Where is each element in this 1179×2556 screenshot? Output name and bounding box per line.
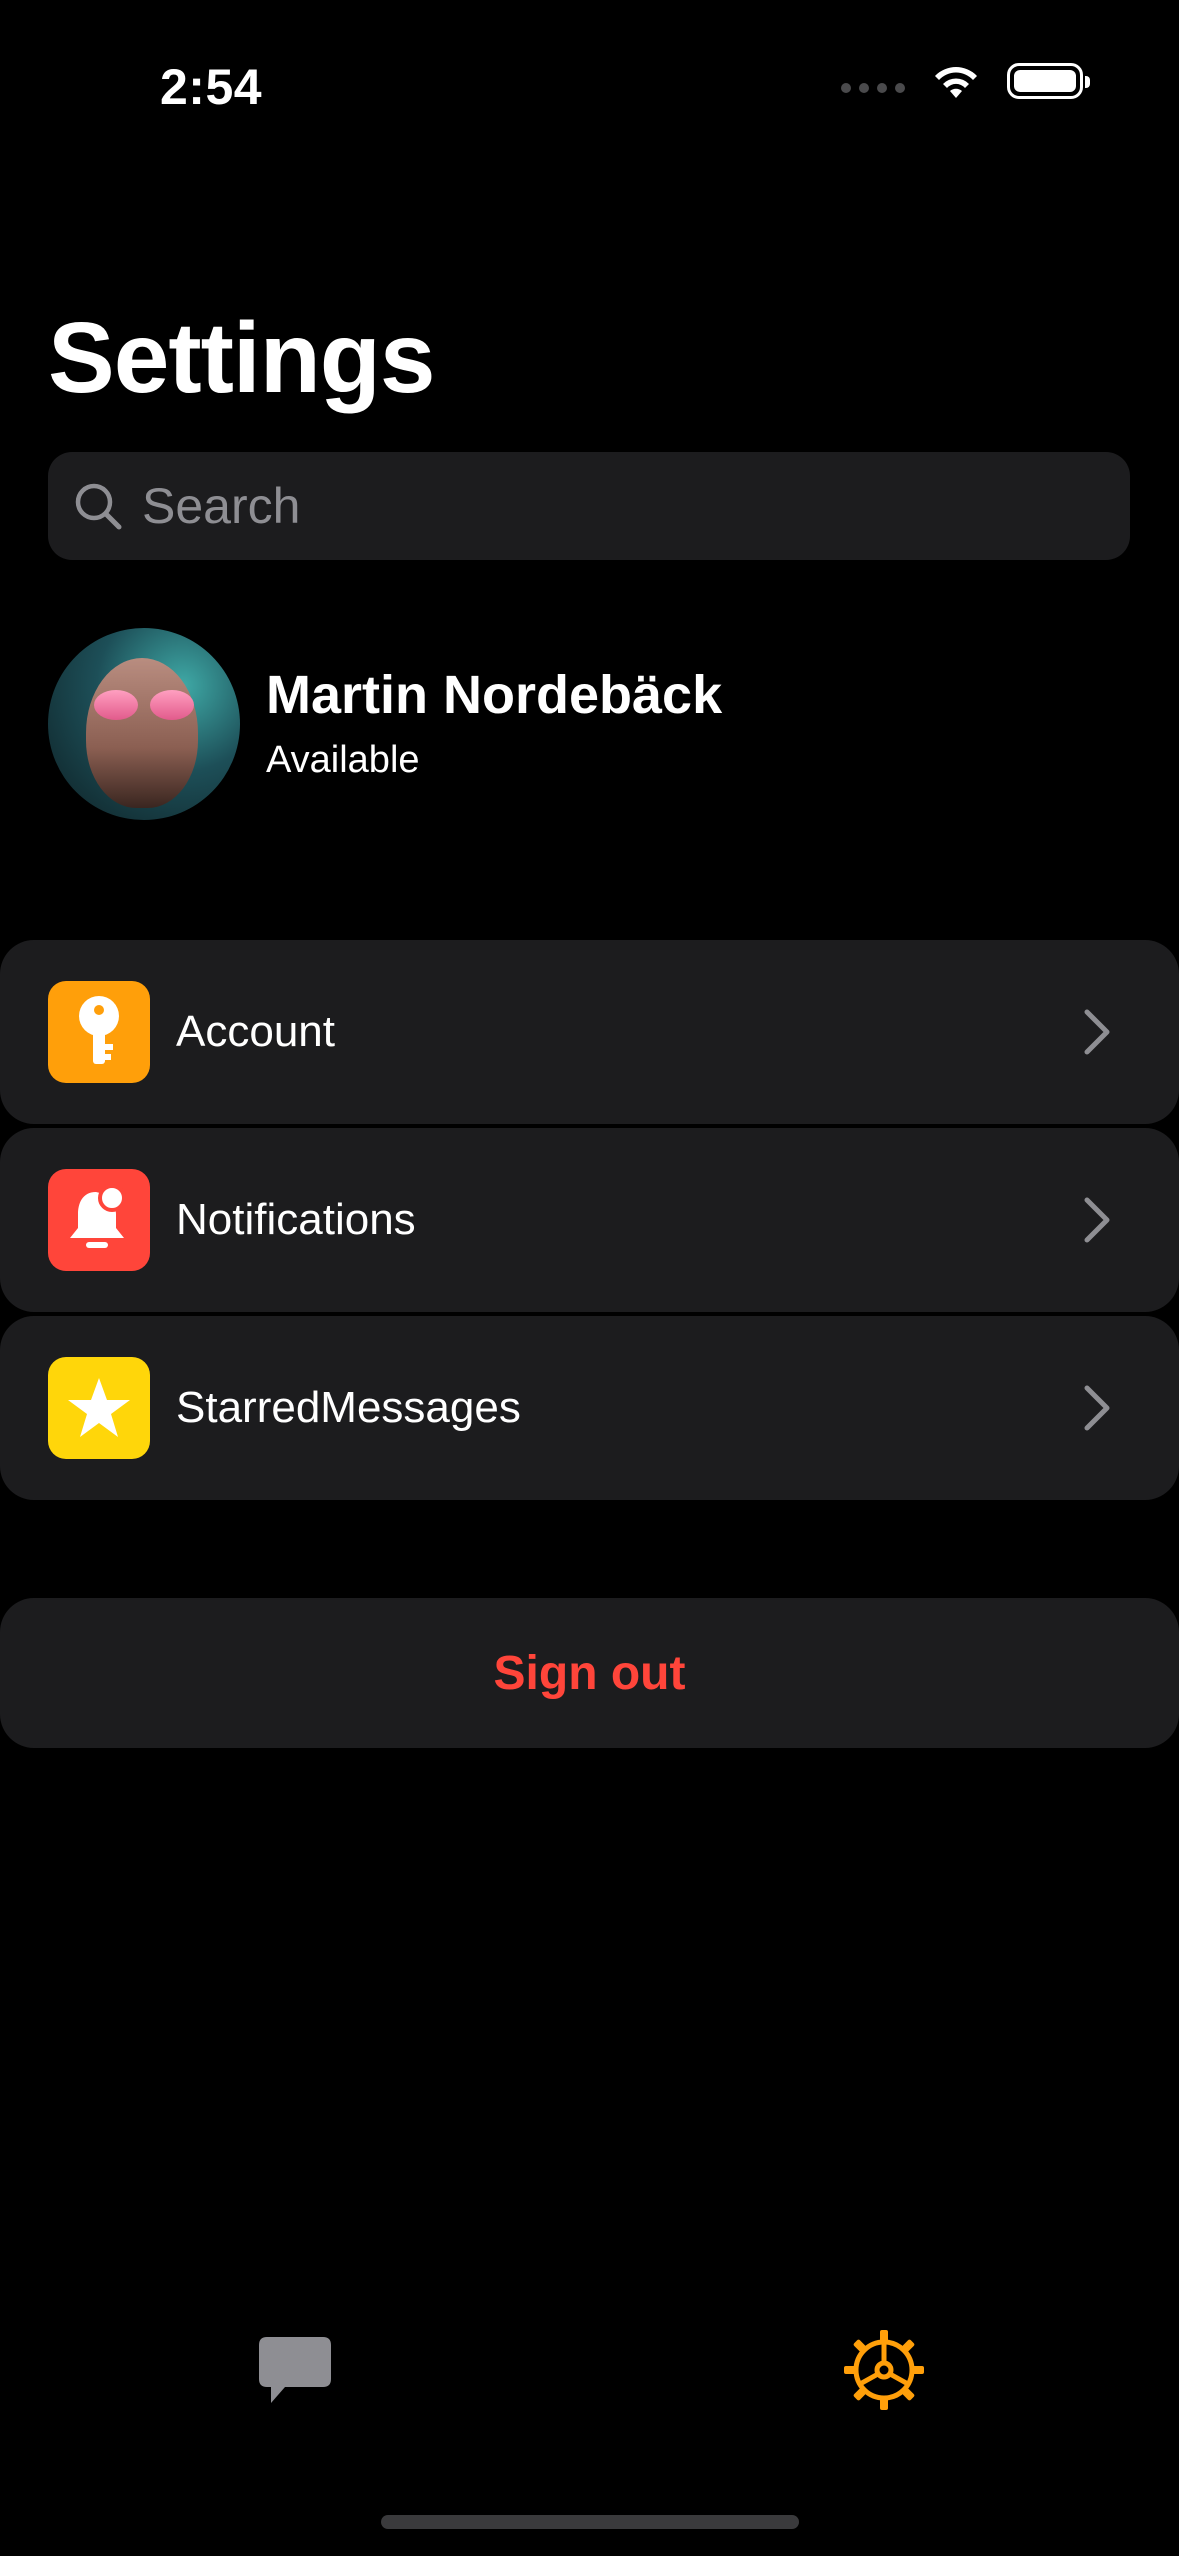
tab-bar (0, 2300, 1179, 2440)
page-title: Settings (48, 302, 435, 414)
settings-item-label: Notifications (176, 1195, 416, 1244)
chevron-right-icon (1084, 1009, 1110, 1055)
tab-chats[interactable] (245, 2320, 345, 2420)
sign-out-button[interactable]: Sign out (0, 1598, 1179, 1748)
settings-item-notifications[interactable]: Notifications (0, 1128, 1179, 1312)
chevron-right-icon (1084, 1197, 1110, 1243)
tab-settings[interactable] (834, 2320, 934, 2420)
settings-item-label: Account (176, 1007, 335, 1056)
bell-badge-icon (48, 1169, 150, 1271)
wifi-icon (935, 67, 977, 98)
search-icon (75, 483, 122, 530)
status-bar-indicators (841, 62, 1090, 100)
cellular-signal-icon (841, 83, 905, 93)
chevron-right-icon (1084, 1385, 1110, 1431)
search-input[interactable] (140, 451, 1130, 561)
profile-header[interactable]: Martin Nordebäck Available (48, 628, 848, 820)
star-icon (48, 1357, 150, 1459)
key-icon (48, 981, 150, 1083)
profile-status: Available (266, 739, 420, 782)
profile-name: Martin Nordebäck (266, 664, 723, 725)
settings-item-account[interactable]: Account (0, 940, 1179, 1124)
gear-icon (844, 2330, 924, 2410)
battery-icon (1007, 63, 1090, 99)
profile-info: Martin Nordebäck Available (266, 664, 723, 782)
settings-item-starred-messages[interactable]: StarredMessages (0, 1316, 1179, 1500)
home-indicator (381, 2515, 799, 2529)
settings-item-label: StarredMessages (176, 1383, 521, 1432)
status-bar-time: 2:54 (160, 59, 263, 115)
search-bar[interactable] (48, 451, 1130, 561)
chat-bubble-icon (259, 2337, 331, 2403)
avatar[interactable] (48, 628, 240, 820)
